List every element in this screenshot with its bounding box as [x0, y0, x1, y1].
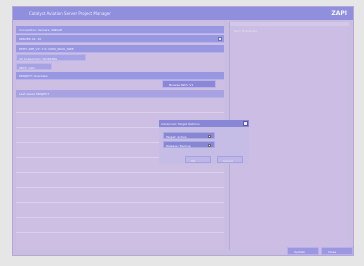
path-label: PATH: APP_V2: 7.0: DATA_PACK_SIZE: [19, 47, 74, 51]
connection-label: Connection: Servers. SINGLE: [19, 28, 63, 32]
cancel-button-label: Cancel: [223, 158, 234, 163]
info-field: Last saved PROJECT: [16, 90, 224, 98]
target-active-field[interactable]: Target: Active: [163, 132, 215, 139]
properties-header: [230, 22, 349, 26]
project-label: PROJECT: Overview: [19, 74, 48, 78]
path-sub-label-2: SECT: OLD: [19, 65, 35, 70]
grid-divider: [16, 112, 224, 113]
project-field[interactable]: PROJECT: Overview: [16, 72, 224, 80]
checkbox-icon[interactable]: [208, 143, 211, 147]
window-title: Catalyst Aviation Server Project Manager: [29, 11, 111, 16]
browse-button[interactable]: Browse Path: V1: [162, 80, 216, 88]
grid-divider: [16, 217, 224, 218]
close-button[interactable]: Close: [321, 247, 353, 255]
grid-divider: [16, 172, 224, 173]
path-sub-field-1[interactable]: V2 Subsection: WORKING: [16, 54, 86, 61]
server-label: SERVER 01: 10: [19, 37, 42, 41]
path-sub-label-1: V2 Subsection: WORKING: [19, 56, 58, 61]
chevron-down-icon[interactable]: [218, 37, 222, 41]
release-backup-label: Release: Backup: [166, 143, 191, 148]
dialog-body: Target: Active Release: Backup OK Cancel: [159, 127, 249, 164]
brand-logo: ZAPI: [331, 10, 347, 17]
server-select[interactable]: SERVER 01: 10: [16, 35, 224, 43]
grid-divider: [16, 202, 224, 203]
cancel-button[interactable]: Cancel: [217, 156, 243, 163]
target-options-dialog: Advanced: Target Options Target: Active …: [159, 120, 249, 164]
path-sub-field-2[interactable]: SECT: OLD: [16, 63, 52, 70]
close-icon[interactable]: [243, 121, 248, 126]
info-label: Last saved PROJECT: [19, 92, 50, 96]
checkbox-icon[interactable]: [208, 134, 211, 138]
update-button[interactable]: Update: [287, 247, 319, 255]
release-backup-field[interactable]: Release: Backup: [163, 141, 215, 148]
connection-field[interactable]: Connection: Servers. SINGLE: [16, 26, 224, 34]
properties-label: Item Properties: [234, 29, 257, 33]
close-button-label: Close: [328, 250, 337, 254]
grid-divider: [16, 187, 224, 188]
ok-button-label: OK: [191, 158, 196, 163]
update-button-label: Update: [294, 250, 305, 254]
app-window: Catalyst Aviation Server Project Manager…: [12, 6, 354, 256]
dialog-title: Advanced: Target Options: [161, 121, 200, 126]
title-bar: Catalyst Aviation Server Project Manager…: [13, 7, 353, 20]
browse-button-label: Browse Path: V1: [169, 83, 194, 87]
dialog-title-bar: Advanced: Target Options: [159, 120, 249, 127]
path-field[interactable]: PATH: APP_V2: 7.0: DATA_PACK_SIZE: [16, 45, 224, 53]
grid-divider: [16, 232, 224, 233]
ok-button[interactable]: OK: [185, 156, 211, 163]
target-active-label: Target: Active: [166, 134, 187, 139]
